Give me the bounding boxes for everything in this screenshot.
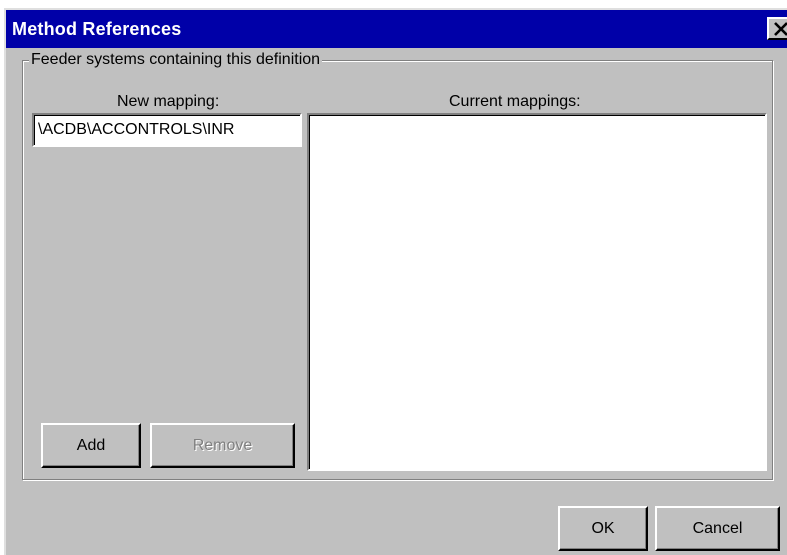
new-mapping-label: New mapping: [117,93,220,110]
group-legend: Feeder systems containing this definitio… [29,50,323,70]
cancel-button[interactable]: Cancel [655,506,780,551]
close-icon [774,22,787,36]
current-mappings-label: Current mappings: [449,93,581,110]
new-mapping-input[interactable] [32,113,302,147]
ok-button[interactable]: OK [558,506,648,551]
add-button[interactable]: Add [41,423,141,468]
window-title: Method References [12,19,182,39]
current-mappings-list[interactable] [307,113,767,471]
title-bar[interactable]: Method References [6,10,787,48]
remove-button[interactable]: Remove [150,423,295,468]
close-button[interactable] [767,17,787,40]
